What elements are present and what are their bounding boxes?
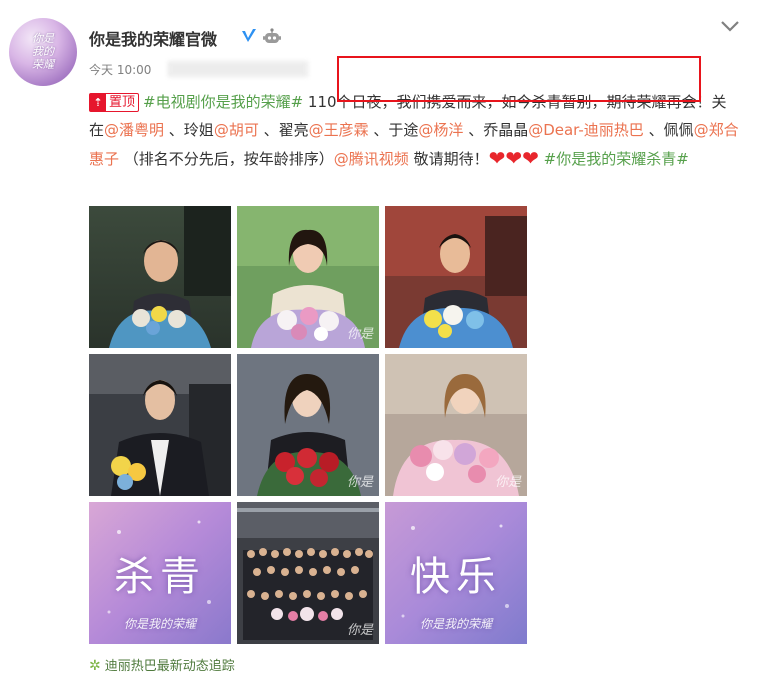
chevron-down-icon[interactable]	[719, 18, 741, 34]
post-text-segment: 、佩佩	[643, 121, 694, 139]
mention-link[interactable]: @潘粤明	[104, 121, 164, 139]
poster-tile-wrap[interactable]: 杀青 你是我的荣耀	[89, 502, 231, 644]
post-text-segment: （排名不分先后，按年龄排序）	[119, 150, 334, 168]
photo-tile-2[interactable]: 你是	[237, 206, 379, 348]
image-grid: 你是 你是 你是 杀青 你是我的荣耀 你是 快乐 你是我的荣耀	[89, 206, 529, 646]
post-time[interactable]: 今天 10:00	[89, 61, 151, 78]
post-text-segment: 、翟亮	[258, 121, 309, 139]
photo-tile-6[interactable]: 你是	[385, 354, 527, 496]
group-photo-tile[interactable]: 你是	[237, 502, 379, 644]
weibo-post-card: 你是 我的 荣耀 你是我的荣耀官微 今天 10:00 ⇡ 置顶 #电视剧你是我的荣耀…	[0, 0, 758, 680]
post-text-segment: 、于途	[368, 121, 419, 139]
author-name[interactable]: 你是我的荣耀官微	[89, 26, 217, 50]
mention-link[interactable]: @王彦霖	[309, 121, 369, 139]
mention-link[interactable]: @胡可	[214, 121, 259, 139]
poster-logo-text: 你是我的荣耀	[123, 617, 196, 631]
poster-title: 杀青	[114, 554, 206, 600]
topic-tracking-label: 迪丽热巴最新动态追踪	[104, 659, 235, 674]
topic-tracking-link[interactable]: ✲ 迪丽热巴最新动态追踪	[89, 655, 235, 674]
blurred-source	[168, 61, 308, 77]
post-text-segment: 、玲姐	[164, 121, 214, 139]
mention-link[interactable]: @腾讯视频	[334, 150, 409, 168]
verified-icon	[242, 29, 256, 42]
pin-icon: ⇡	[90, 94, 106, 111]
poster-logo-text: 你是我的荣耀	[419, 617, 492, 631]
photo-tile-1[interactable]	[89, 206, 231, 348]
post-text: ⇡ 置顶 #电视剧你是我的荣耀# 110个日夜，我们携爱而来，如今杀青暂别，期待荣耀…	[89, 88, 739, 173]
hashtag-link[interactable]: #电视剧你是我的荣耀#	[143, 93, 303, 111]
poster-title: 快乐	[410, 554, 502, 600]
watermark: 你是	[346, 623, 373, 638]
watermark: 你是	[346, 475, 373, 490]
mention-link[interactable]: @Dear-迪丽热巴	[528, 121, 644, 139]
heart-icon: ❤❤❤	[488, 146, 539, 170]
photo-tile-3[interactable]	[385, 206, 527, 348]
watermark: 你是	[346, 327, 373, 342]
hashtag-link[interactable]: #你是我的荣耀杀青#	[544, 150, 689, 168]
pin-badge: ⇡ 置顶	[89, 93, 140, 112]
poster-tile-happy[interactable]: 快乐 你是我的荣耀	[385, 502, 527, 644]
post-text-segment: 敬请期待！	[408, 150, 489, 168]
avatar-logo-text: 你是 我的 荣耀	[32, 32, 54, 71]
post-text-segment: 、乔晶晶	[463, 121, 529, 139]
photo-tile-4[interactable]	[89, 354, 231, 496]
robot-icon[interactable]	[262, 27, 282, 45]
avatar[interactable]: 你是 我的 荣耀	[9, 18, 77, 86]
clover-icon: ✲	[89, 658, 101, 674]
mention-link[interactable]: @杨洋	[418, 121, 463, 139]
photo-tile-5[interactable]: 你是	[237, 354, 379, 496]
watermark: 你是	[494, 475, 521, 490]
